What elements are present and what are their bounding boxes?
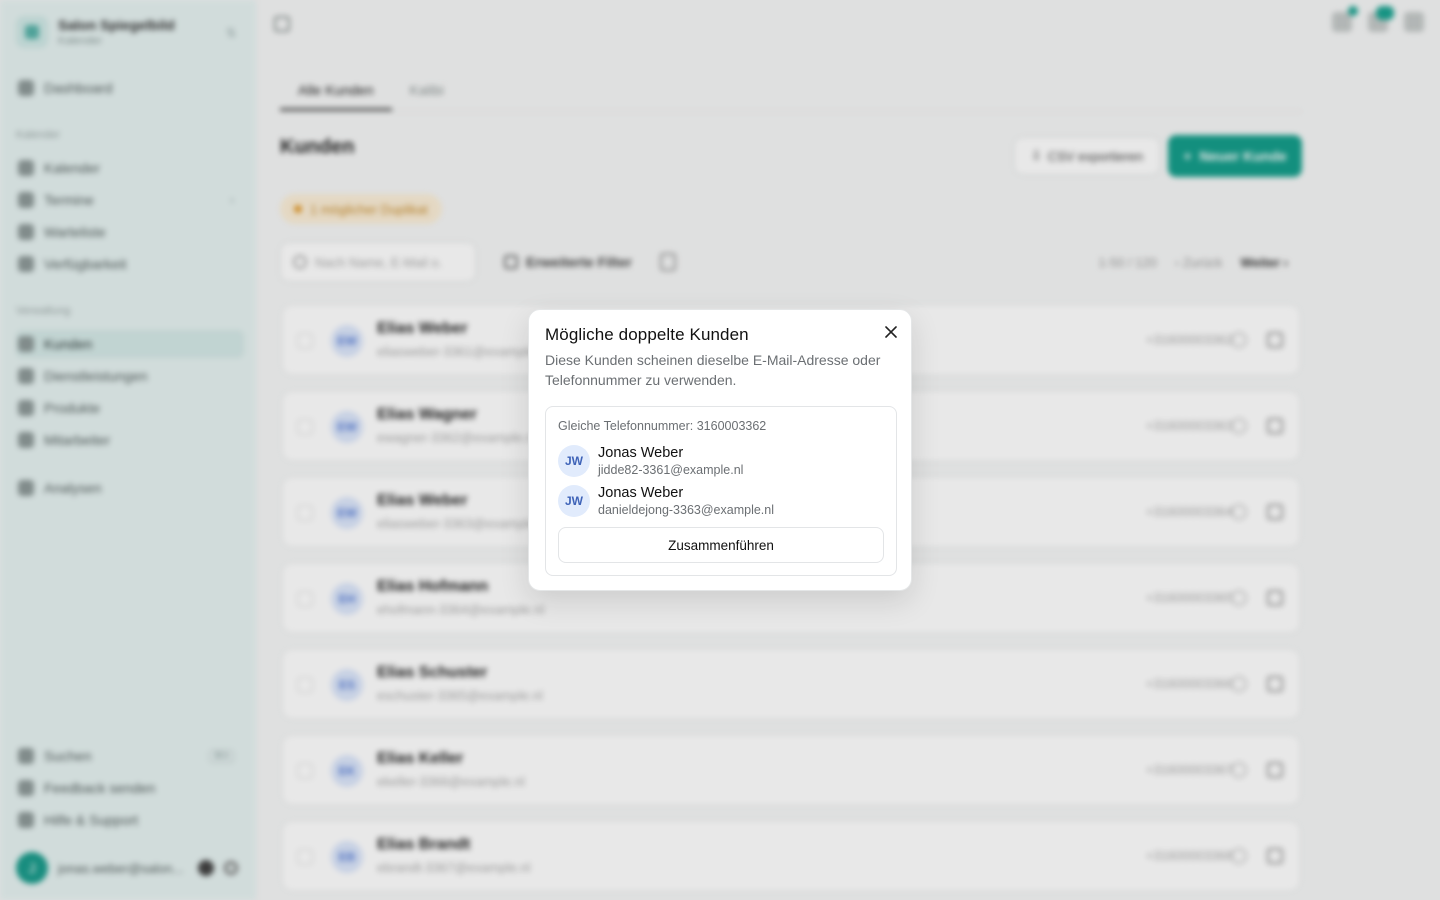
duplicate-group-title: Gleiche Telefonnummer: 3160003362: [558, 419, 767, 433]
dialog-title: Mögliche doppelte Kunden: [545, 325, 749, 344]
close-icon: [885, 326, 897, 338]
close-button[interactable]: [881, 323, 901, 343]
duplicate-customer-item: JW Jonas Weber danieldejong-3363@example…: [558, 484, 878, 518]
dialog-description: Diese Kunden scheinen dieselbe E-Mail-Ad…: [545, 352, 881, 388]
merge-button[interactable]: Zusammenführen: [558, 527, 884, 563]
avatar: JW: [558, 445, 590, 477]
customer-name: Jonas Weber: [598, 445, 684, 461]
duplicate-group: Gleiche Telefonnummer: 3160003362 JW Jon…: [545, 406, 897, 576]
duplicate-customers-dialog: Mögliche doppelte Kunden Diese Kunden sc…: [528, 309, 912, 591]
customer-name: Jonas Weber: [598, 485, 684, 501]
duplicate-customer-item: JW Jonas Weber jidde82-3361@example.nl: [558, 444, 878, 478]
avatar: JW: [558, 485, 590, 517]
customer-email: jidde82-3361@example.nl: [598, 463, 744, 477]
customer-email: danieldejong-3363@example.nl: [598, 503, 775, 517]
